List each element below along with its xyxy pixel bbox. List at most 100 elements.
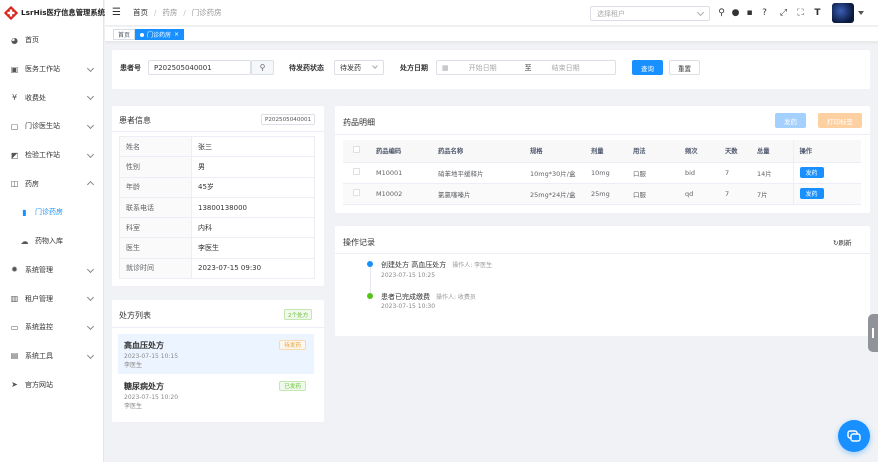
- date-start-input[interactable]: 开始日期: [469, 63, 517, 73]
- tenant-select[interactable]: 选择租户: [590, 6, 710, 21]
- sidebar-item-lab[interactable]: ◩ 检验工作站: [0, 141, 103, 170]
- divider: [335, 134, 870, 135]
- fullscreen-icon[interactable]: ⤢: [778, 7, 789, 18]
- info-key: 联系电话: [119, 196, 192, 219]
- table-row: 就诊时间 2023-07-15 09:30: [119, 257, 315, 280]
- sidebar-item-label: 系统工具: [25, 351, 53, 360]
- sidebar-item-tools[interactable]: ▤ 系统工具: [0, 342, 103, 371]
- sidebar-item-label: 系统管理: [25, 265, 53, 274]
- sidebar-item-monitor[interactable]: ▭ 系统监控: [0, 313, 103, 342]
- patient-search-button[interactable]: ⚲: [251, 60, 274, 75]
- drug-days: 7: [719, 183, 751, 205]
- avatar[interactable]: [832, 3, 854, 23]
- info-key: 就诊时间: [119, 257, 192, 280]
- info-key: 性别: [119, 156, 192, 178]
- sidebar-item-medical[interactable]: ▣ 医务工作站: [0, 55, 103, 84]
- close-icon[interactable]: ×: [174, 31, 179, 38]
- dispense-button[interactable]: 发药: [799, 188, 824, 199]
- timeline-dot: [367, 293, 373, 299]
- settings-drawer-handle[interactable]: [868, 314, 878, 352]
- tab-label: 首页: [118, 32, 131, 39]
- font-size-icon[interactable]: T: [812, 7, 823, 18]
- help-icon[interactable]: ?: [759, 7, 770, 18]
- row-checkbox[interactable]: [353, 168, 360, 175]
- select-all-checkbox[interactable]: [353, 146, 360, 154]
- github-icon[interactable]: ●: [730, 7, 741, 18]
- yen-icon: ¥: [11, 93, 18, 103]
- breadcrumb-separator: /: [183, 8, 186, 17]
- date-label: 处方日期: [400, 64, 428, 72]
- info-key: 年龄: [119, 176, 192, 198]
- drug-details-card: 药品明细 发药 打印标签 药品编码 药品名称 规格 剂量 用法 频次 天数 总量…: [335, 106, 870, 213]
- dispense-button[interactable]: 发药: [799, 167, 824, 178]
- sidebar-item-label: 收费处: [25, 93, 46, 102]
- sidebar-item-label: 首页: [25, 36, 39, 45]
- sidebar-item-drug-stock-in[interactable]: ☁ 药物入库: [0, 227, 103, 256]
- sidebar-item-doctor[interactable]: ▢ 门诊医生站: [0, 112, 103, 141]
- chat-fab[interactable]: [838, 420, 870, 452]
- patient-id-badge: P202505040001: [261, 114, 316, 125]
- sidebar: LsrHis医疗信息管理系统 ◕ 首页 ▣ 医务工作站 ¥ 收费处 ▢ 门诊医生站 ◩ 检…: [0, 0, 105, 462]
- drug-usage: 口服: [627, 162, 679, 184]
- refresh-button[interactable]: ↻刷新: [833, 237, 851, 247]
- drug-spec: 10mg*30片/盒: [524, 162, 585, 184]
- breadcrumb-separator: /: [153, 8, 157, 17]
- table-row: 科室 内科: [119, 217, 315, 239]
- drug-frequency: qd: [679, 183, 719, 205]
- prescription-time: 2023-07-15 10:15: [124, 353, 179, 360]
- operation-log-title: 操作记录: [343, 238, 375, 247]
- status-value: 待发药: [340, 63, 361, 72]
- col-header: 操作: [793, 140, 861, 163]
- drug-days: 7: [719, 162, 751, 184]
- sidebar-item-website[interactable]: ➤ 官方网站: [0, 370, 103, 399]
- tab-home[interactable]: 首页: [113, 29, 136, 40]
- table-header-row: 药品编码 药品名称 规格 剂量 用法 频次 天数 总量 操作: [343, 140, 861, 163]
- sidebar-item-tenant[interactable]: ▥ 租户管理: [0, 284, 103, 313]
- select-all-cell: [343, 140, 370, 163]
- sidebar-item-label: 门诊药房: [35, 208, 63, 217]
- chat-icon[interactable]: ▪: [744, 7, 755, 18]
- hamburger-icon[interactable]: ☰: [112, 7, 121, 18]
- date-range-picker[interactable]: ▦ 开始日期 至 结束日期: [436, 60, 616, 75]
- chevron-down-icon: [86, 122, 95, 130]
- tab-outpatient-pharmacy[interactable]: 门诊药房 ×: [135, 29, 185, 40]
- query-button[interactable]: 查询: [632, 60, 663, 75]
- patient-input[interactable]: P202505040001: [148, 60, 251, 75]
- sidebar-item-outpatient-pharmacy[interactable]: ▮ 门诊药房: [0, 198, 103, 227]
- reset-button[interactable]: 重置: [669, 60, 700, 75]
- chat-bubble-icon: [847, 430, 861, 442]
- operation-log-card: 操作记录 ↻刷新 创建处方 高血压处方 操作人: 李医生 2023-07-15 1…: [335, 226, 870, 336]
- sidebar-item-label: 官方网站: [25, 380, 53, 389]
- table-row: 姓名 张三: [119, 135, 315, 158]
- sidebar-item-system[interactable]: ✹ 系统管理: [0, 256, 103, 285]
- breadcrumb-home[interactable]: 首页: [133, 7, 148, 18]
- search-icon[interactable]: ⚲: [716, 7, 727, 18]
- tenant-placeholder: 选择租户: [597, 9, 625, 18]
- drug-table: 药品编码 药品名称 规格 剂量 用法 频次 天数 总量 操作 M10001 硝苯…: [343, 140, 861, 205]
- info-value: 男: [191, 156, 315, 178]
- sidebar-item-home[interactable]: ◕ 首页: [0, 26, 103, 55]
- patient-label: 患者号: [120, 64, 141, 72]
- row-checkbox[interactable]: [353, 189, 360, 196]
- table-row: 联系电话 13800138000: [119, 196, 315, 219]
- prescription-item[interactable]: 糖尿病处方 2023-07-15 10:20 李医生 已发药: [118, 375, 314, 415]
- chevron-down-icon: [86, 93, 95, 101]
- print-label-button[interactable]: 打印标签: [818, 113, 862, 128]
- dispense-all-button[interactable]: 发药: [775, 113, 806, 128]
- row-select-cell: [343, 183, 370, 205]
- caret-down-icon[interactable]: [858, 11, 864, 15]
- date-end-input[interactable]: 结束日期: [552, 63, 580, 73]
- col-header: 天数: [719, 140, 751, 163]
- pharmacy-icon: ◫: [10, 179, 19, 189]
- log-entry-operator: 操作人: 收费员: [436, 294, 476, 301]
- col-header: 剂量: [585, 140, 627, 163]
- prescription-item[interactable]: 高血压处方 2023-07-15 10:15 李医生 待发药: [118, 334, 314, 374]
- info-key: 科室: [119, 217, 192, 239]
- chevron-up-icon: [86, 181, 95, 189]
- app-logo[interactable]: LsrHis医疗信息管理系统: [0, 0, 105, 26]
- calendar-icon: ▦: [442, 63, 449, 72]
- sidebar-item-pharmacy[interactable]: ◫ 药房: [0, 169, 103, 198]
- expand-icon[interactable]: ⛶: [795, 7, 806, 18]
- status-select[interactable]: 待发药: [334, 60, 384, 75]
- sidebar-item-cashier[interactable]: ¥ 收费处: [0, 83, 103, 112]
